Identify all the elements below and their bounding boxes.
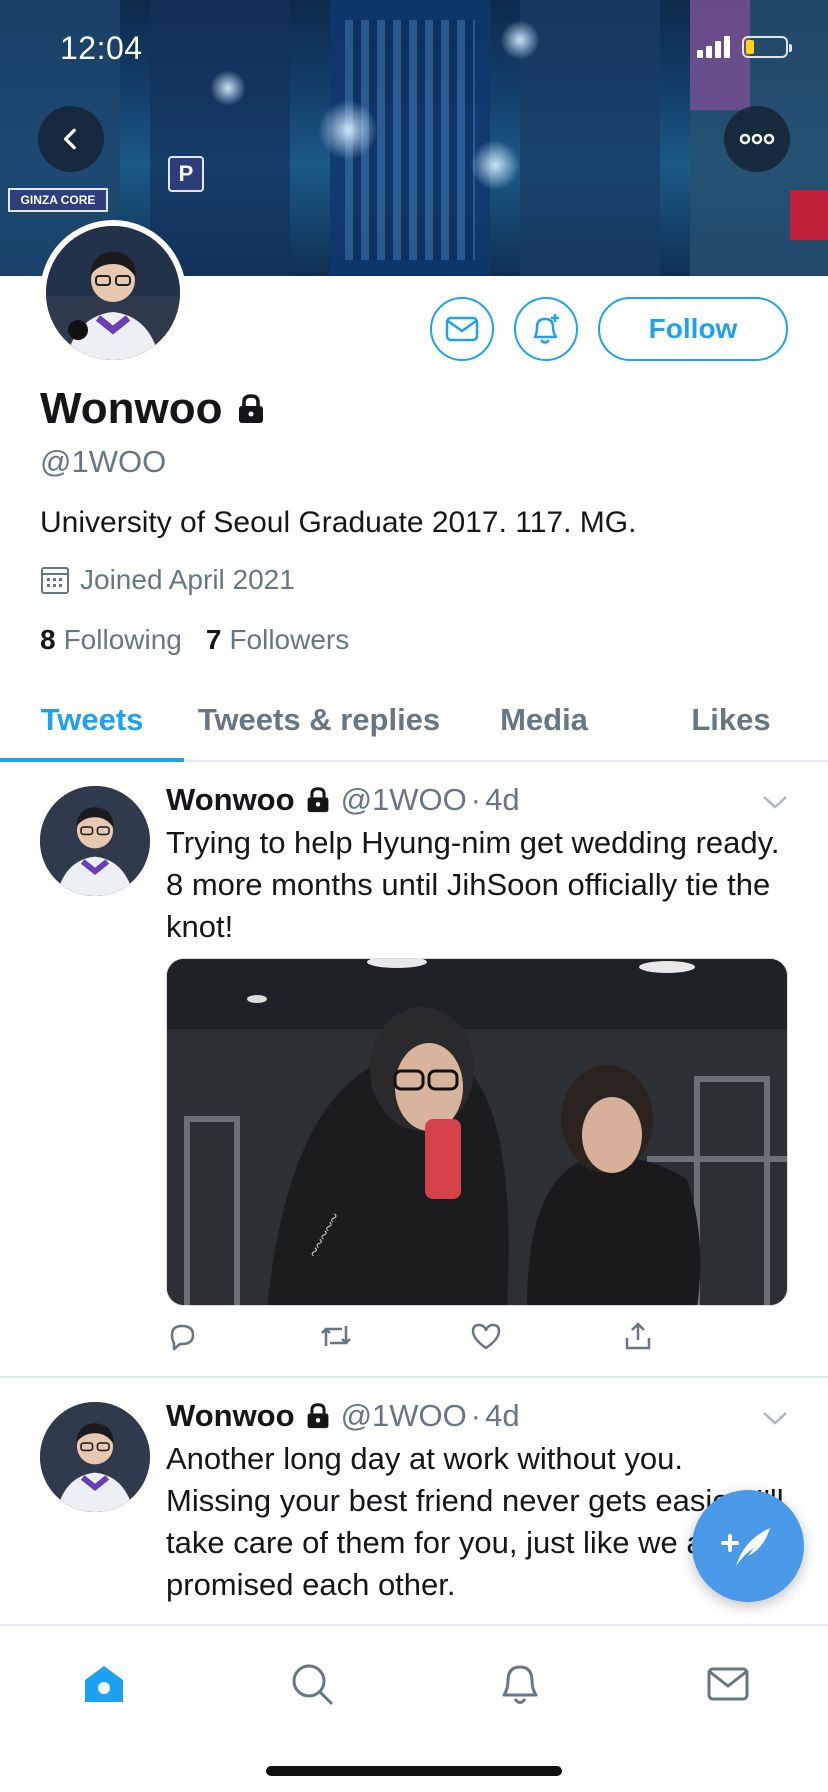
- more-icon: [739, 133, 775, 145]
- lock-icon: [307, 1403, 328, 1429]
- follow-stats: 8 Following 7 Followers: [40, 624, 349, 656]
- tweet-handle: @1WOO: [340, 1398, 467, 1433]
- back-icon: [63, 128, 76, 150]
- reply-icon: [170, 1324, 195, 1351]
- status-time: 12:04: [60, 30, 143, 66]
- tab-tweets-replies[interactable]: Tweets & replies: [184, 680, 454, 760]
- profile-tabs: Tweets Tweets & replies Media Likes: [0, 680, 828, 762]
- following-link[interactable]: 8 Following: [40, 624, 182, 656]
- tab-tweets[interactable]: Tweets: [0, 680, 184, 762]
- like-button[interactable]: [470, 1320, 622, 1352]
- followers-link[interactable]: 7 Followers: [206, 624, 349, 656]
- messages-icon: [707, 1667, 749, 1701]
- message-button[interactable]: [430, 297, 494, 361]
- tweet-time: 4d: [485, 782, 520, 817]
- calendar-icon: [41, 567, 69, 594]
- nav-messages[interactable]: [698, 1654, 758, 1714]
- compose-icon: [721, 1528, 770, 1566]
- reply-button[interactable]: [166, 1320, 318, 1352]
- home-icon: [85, 1666, 123, 1702]
- battery-icon: [742, 36, 792, 58]
- tweet-header: Wonwoo @1WOO · 4d: [166, 1398, 520, 1434]
- back-button[interactable]: [38, 106, 104, 172]
- joined-date-row: Joined April 2021: [40, 564, 295, 596]
- joined-date: Joined April 2021: [80, 564, 295, 595]
- avatar-image: [40, 1402, 150, 1512]
- tweet-author-name: Wonwoo: [166, 782, 295, 817]
- tweet-image[interactable]: ~~~~~: [166, 958, 788, 1306]
- tweet-time: 4d: [485, 1398, 520, 1433]
- follow-button[interactable]: Follow: [598, 297, 788, 361]
- chevron-down-icon[interactable]: [762, 794, 788, 810]
- nav-notifications[interactable]: [490, 1654, 550, 1714]
- avatar-image: [40, 786, 150, 896]
- share-icon: [625, 1322, 651, 1350]
- retweet-button[interactable]: [318, 1320, 470, 1352]
- tweet-avatar[interactable]: [40, 1402, 150, 1512]
- profile-name-row: Wonwoo: [40, 384, 266, 434]
- status-indicators: [697, 36, 792, 58]
- mail-icon: [445, 316, 479, 342]
- tab-media[interactable]: Media: [454, 680, 634, 760]
- notify-button[interactable]: [514, 297, 578, 361]
- tweet-separator: ·: [470, 1398, 482, 1433]
- home-indicator: [266, 1766, 562, 1776]
- like-icon: [471, 1323, 501, 1350]
- tweet-author-name: Wonwoo: [166, 1398, 295, 1433]
- share-button[interactable]: [622, 1320, 774, 1352]
- tweet-photo: ~~~~~: [167, 959, 787, 1305]
- tweet-text: Trying to help Hyung-nim get wedding rea…: [166, 825, 780, 944]
- ginza-sign: GINZA CORE: [8, 188, 108, 212]
- profile-name: Wonwoo: [40, 384, 223, 433]
- profile-handle: @1WOO: [40, 444, 167, 479]
- tweet-handle: @1WOO: [340, 782, 467, 817]
- parking-sign: P: [168, 156, 204, 192]
- tweet[interactable]: Wonwoo @1WOO · 4d Another long day at work…: [0, 1378, 828, 1624]
- tweet-actions: [166, 1320, 774, 1352]
- tweet-avatar[interactable]: [40, 786, 150, 896]
- tab-likes[interactable]: Likes: [634, 680, 828, 760]
- nav-search[interactable]: [282, 1654, 342, 1714]
- avatar-image: [46, 226, 180, 360]
- lock-icon: [307, 787, 328, 813]
- compose-tweet-button[interactable]: [692, 1490, 804, 1602]
- profile-avatar[interactable]: [40, 220, 186, 366]
- lock-icon: [239, 394, 264, 423]
- notifications-icon: [502, 1665, 538, 1704]
- chevron-down-icon[interactable]: [762, 1410, 788, 1426]
- profile-bio: University of Seoul Graduate 2017. 117. …: [40, 506, 637, 539]
- nav-home[interactable]: [74, 1654, 134, 1714]
- retweet-icon: [321, 1326, 351, 1346]
- tweet-separator: ·: [470, 782, 482, 817]
- search-icon: [292, 1664, 333, 1705]
- bell-plus-icon: [533, 314, 559, 344]
- more-button[interactable]: [724, 106, 790, 172]
- tweet-header: Wonwoo @1WOO · 4d: [166, 782, 520, 818]
- signal-icon: [697, 36, 730, 58]
